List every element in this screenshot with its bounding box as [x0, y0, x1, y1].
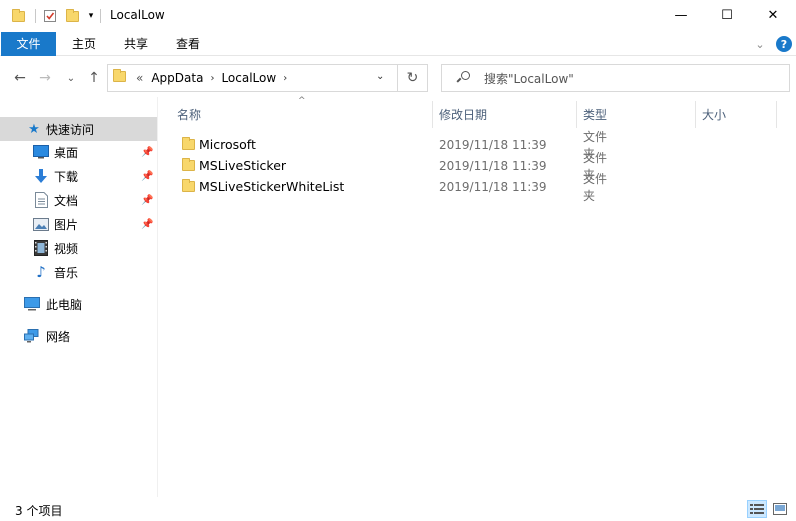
music-icon: ♪ [36, 263, 46, 281]
sidebar-item-label: 快速访问 [46, 122, 95, 137]
breadcrumb-overflow[interactable]: « [132, 71, 147, 85]
ribbon-tabs: 文件 主页 共享 查看 ⌄ ? [0, 32, 796, 56]
sidebar-item-desktop[interactable]: 桌面 📌 [0, 140, 157, 164]
file-date: 2019/11/18 11:39 [439, 179, 547, 194]
large-icons-view-icon[interactable] [770, 500, 790, 518]
search-icon [456, 71, 470, 85]
download-icon [33, 168, 49, 184]
status-bar: 3 个项目 [0, 497, 796, 521]
window-title: LocalLow [110, 8, 165, 22]
search-box[interactable]: 搜索"LocalLow" [441, 64, 790, 92]
sidebar-item-label: 下载 [54, 169, 79, 184]
minimize-button[interactable]: — [658, 0, 704, 30]
sidebar-item-label: 音乐 [54, 265, 79, 280]
chevron-right-icon[interactable]: › [280, 73, 290, 84]
column-header-date[interactable]: 修改日期 [433, 101, 576, 129]
chevron-down-icon[interactable]: ⌄ [376, 71, 384, 82]
breadcrumb-locallow[interactable]: LocalLow [217, 71, 280, 85]
sidebar-item-label: 文档 [54, 193, 79, 208]
close-button[interactable]: ✕ [750, 0, 796, 30]
file-name: MSLiveStickerWhiteList [199, 179, 345, 194]
pin-icon[interactable]: 📌 [141, 195, 153, 206]
file-name: MSLiveSticker [199, 158, 287, 173]
sidebar-item-this-pc[interactable]: 此电脑 [0, 292, 157, 316]
computer-icon [24, 296, 40, 312]
divider [100, 9, 101, 23]
item-count: 3 个项目 [15, 504, 63, 518]
documents-icon [33, 192, 49, 208]
tab-share[interactable]: 共享 [112, 32, 160, 56]
pictures-icon [33, 216, 49, 232]
folder-icon [182, 179, 195, 192]
sidebar-item-label: 桌面 [54, 145, 79, 160]
file-date: 2019/11/18 11:39 [439, 158, 547, 173]
sidebar-item-downloads[interactable]: 下载 📌 [0, 164, 157, 188]
sidebar-item-label: 图片 [54, 217, 79, 232]
address-bar[interactable]: « AppData › LocalLow › ⌄ [107, 64, 398, 92]
tab-home[interactable]: 主页 [56, 32, 112, 56]
pin-icon[interactable]: 📌 [141, 219, 153, 230]
column-header-type[interactable]: 类型 [577, 101, 695, 129]
pin-icon[interactable]: 📌 [141, 171, 153, 182]
column-header-size[interactable]: 大小 [696, 101, 776, 129]
network-icon [24, 328, 40, 344]
file-name: Microsoft [199, 137, 256, 152]
refresh-button[interactable]: ↻ [398, 64, 428, 92]
tab-file[interactable]: 文件 [1, 32, 56, 56]
sidebar-item-quick-access[interactable]: ★ 快速访问 [0, 117, 157, 141]
title-bar: ▾ LocalLow — ☐ ✕ [0, 0, 796, 32]
chevron-right-icon[interactable]: › [207, 73, 217, 84]
star-icon: ★ [28, 121, 40, 137]
file-row[interactable]: MSLiveSticker 2019/11/18 11:39 文件夹 [174, 151, 614, 182]
file-row[interactable]: MSLiveStickerWhiteList 2019/11/18 11:39 … [174, 172, 614, 203]
sidebar-item-documents[interactable]: 文档 📌 [0, 188, 157, 212]
desktop-icon [33, 144, 49, 160]
navigation-bar: ← → ⌄ ↑ « AppData › LocalLow › ⌄ ↻ 搜索"Lo… [0, 57, 796, 97]
forward-button[interactable]: → [36, 69, 54, 87]
customize-toolbar-icon[interactable]: ▾ [84, 6, 98, 26]
sidebar-item-label: 视频 [54, 241, 79, 256]
folder-icon [182, 158, 195, 171]
sidebar-item-label: 此电脑 [46, 297, 83, 312]
up-button[interactable]: ↑ [85, 69, 103, 87]
sidebar-item-network[interactable]: 网络 [0, 324, 157, 348]
breadcrumb-appdata[interactable]: AppData [147, 71, 207, 85]
folder-icon [182, 137, 195, 150]
new-folder-icon[interactable] [62, 6, 82, 26]
videos-icon [33, 240, 49, 256]
recent-locations-button[interactable]: ⌄ [62, 69, 80, 87]
properties-icon[interactable] [40, 6, 60, 26]
divider [35, 9, 36, 23]
column-divider[interactable] [776, 101, 777, 128]
search-placeholder: 搜索"LocalLow" [484, 71, 574, 86]
pin-icon[interactable]: 📌 [141, 147, 153, 158]
help-icon[interactable]: ? [776, 36, 792, 52]
file-type: 文件夹 [583, 171, 608, 203]
file-date: 2019/11/18 11:39 [439, 137, 547, 152]
file-row[interactable]: Microsoft 2019/11/18 11:39 文件夹 [174, 130, 614, 161]
navigation-pane: ★ 快速访问 桌面 📌 下载 📌 文档 📌 图片 📌 视频 ♪ 音乐 此电脑 网… [0, 97, 158, 497]
folder-icon [8, 6, 28, 26]
folder-icon [113, 69, 126, 85]
column-header-name[interactable]: 名称 [171, 101, 433, 129]
sidebar-item-music[interactable]: ♪ 音乐 [0, 260, 157, 284]
back-button[interactable]: ← [11, 69, 29, 87]
tab-view[interactable]: 查看 [162, 32, 214, 56]
expand-ribbon-icon[interactable]: ⌄ [752, 36, 768, 52]
sidebar-item-label: 网络 [46, 329, 71, 344]
details-view-icon[interactable] [747, 500, 767, 518]
sidebar-item-videos[interactable]: 视频 [0, 236, 157, 260]
sidebar-item-pictures[interactable]: 图片 📌 [0, 212, 157, 236]
maximize-button[interactable]: ☐ [704, 0, 750, 30]
